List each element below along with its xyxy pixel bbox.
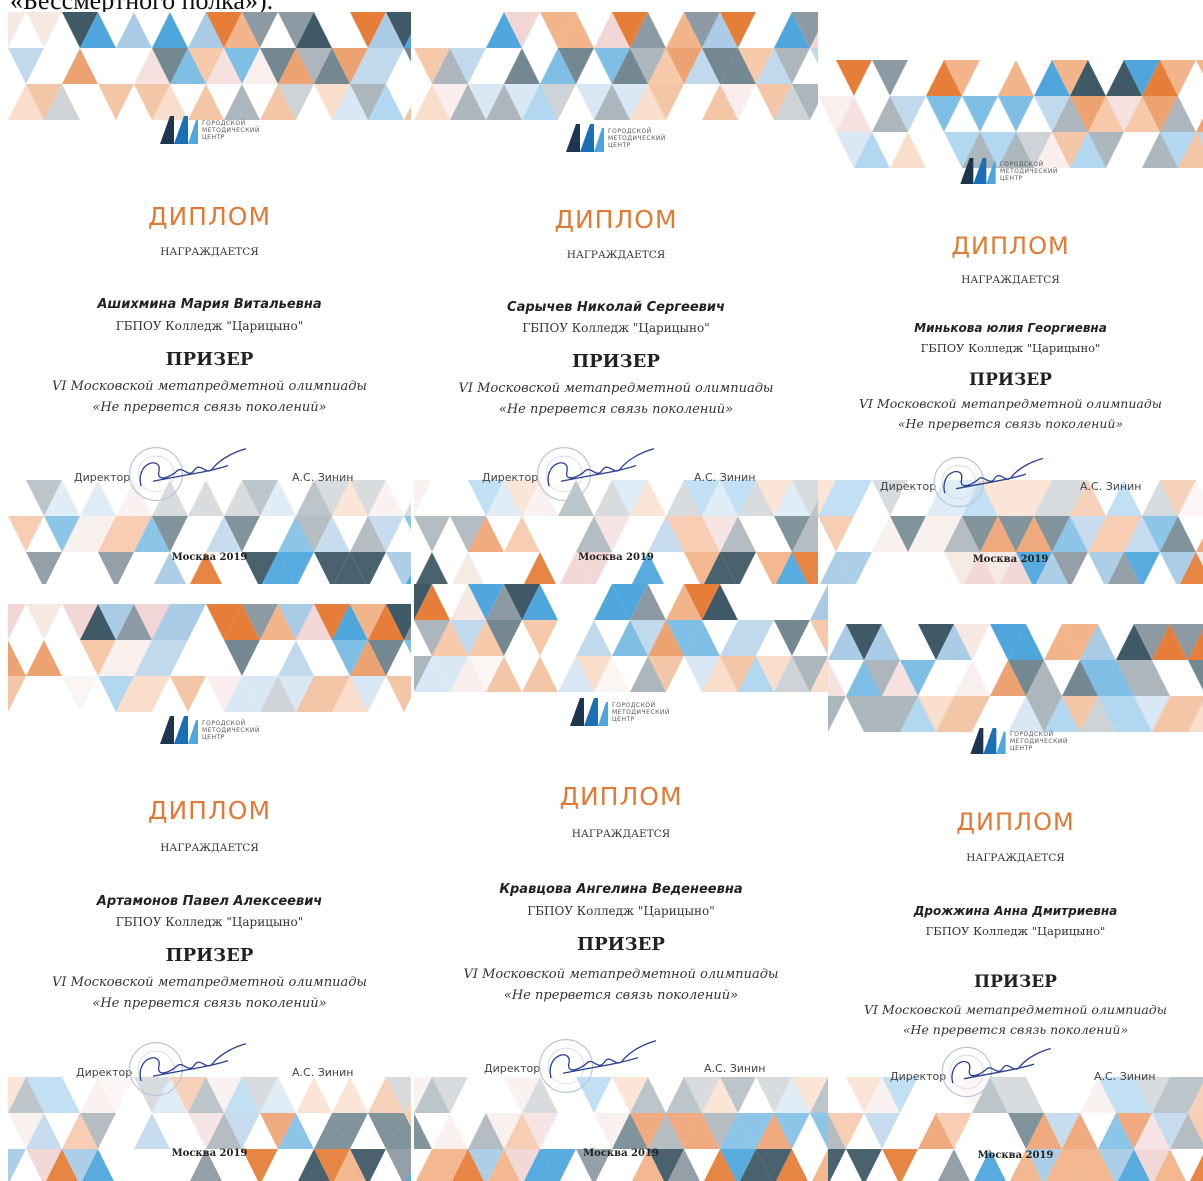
organization: ГБПОУ Колледж "Царицыно" xyxy=(115,915,304,929)
recipient-name: Дрожжина Анна Дмитриевна xyxy=(913,904,1118,918)
signature-stamp-icon xyxy=(941,1046,1051,1098)
event-title: VI Московской метапредметной олимпиады «… xyxy=(8,376,411,418)
organization: ГБПОУ Колледж "Царицыно" xyxy=(527,904,715,918)
event-line-1: VI Московской метапредметной олимпиады xyxy=(51,379,368,394)
awarded-label: НАГРАЖДАЕТСЯ xyxy=(966,852,1065,864)
methodical-center-logo-icon xyxy=(566,124,604,152)
methodical-center-logo-icon xyxy=(970,728,1006,754)
event-line-1: VI Московской метапредметной олимпиады xyxy=(463,967,779,982)
event-line-1: VI Московской метапредметной олимпиады xyxy=(864,1002,1167,1017)
event-line-1: VI Московской метапредметной олимпиады xyxy=(51,975,368,990)
event-title: VI Московской метапредметной олимпиады «… xyxy=(414,378,818,420)
city-year: Москва 2019 xyxy=(972,554,1049,565)
signature-stamp-icon xyxy=(129,447,247,501)
event-line-1: VI Московской метапредметной олимпиады xyxy=(458,381,774,396)
signature-stamp-icon xyxy=(933,456,1043,508)
event-line-2: «Не прервется связь поколений» xyxy=(503,988,739,1003)
signer-name: А.С. Зинин xyxy=(694,471,756,484)
awarded-label: НАГРАЖДАЕТСЯ xyxy=(160,246,259,258)
prize-title: ПРИЗЕР xyxy=(969,370,1052,390)
recipient-name: Минькова юлия Георгиевна xyxy=(914,321,1107,335)
awarded-label: НАГРАЖДАЕТСЯ xyxy=(566,249,666,261)
event-line-2: «Не прервется связь поколений» xyxy=(92,400,327,415)
logo-text: ГОРОДСКОЙ МЕТОДИЧЕСКИЙ ЦЕНТР xyxy=(1010,730,1068,752)
recipient-name: Кравцова Ангелина Веденеевна xyxy=(499,882,743,897)
logo: ГОРОДСКОЙ МЕТОДИЧЕСКИЙ ЦЕНТР xyxy=(570,698,674,726)
logo: ГОРОДСКОЙ МЕТОДИЧЕСКИЙ ЦЕНТР xyxy=(160,116,264,144)
event-title: VI Московской метапредметной олимпиады «… xyxy=(8,972,411,1014)
organization: ГБПОУ Колледж "Царицыно" xyxy=(920,341,1101,355)
logo: ГОРОДСКОЙ МЕТОДИЧЕСКИЙ ЦЕНТР xyxy=(160,716,264,744)
logo: ГОРОДСКОЙ МЕТОДИЧЕСКИЙ ЦЕНТР xyxy=(566,124,670,152)
event-line-1: VI Московской метапредметной олимпиады xyxy=(859,396,1162,411)
event-line-2: «Не прервется связь поколений» xyxy=(498,402,734,417)
signer-name: А.С. Зинин xyxy=(1080,480,1142,493)
logo-text: ГОРОДСКОЙ МЕТОДИЧЕСКИЙ ЦЕНТР xyxy=(612,701,670,723)
signer-name: А.С. Зинин xyxy=(292,1066,354,1079)
city-year: Москва 2019 xyxy=(171,552,248,563)
diploma-card: ГОРОДСКОЙ МЕТОДИЧЕСКИЙ ЦЕНТР ДИПЛОМ НАГР… xyxy=(8,12,411,584)
logo: ГОРОДСКОЙ МЕТОДИЧЕСКИЙ ЦЕНТР xyxy=(960,158,1062,184)
diploma-card: ГОРОДСКОЙ МЕТОДИЧЕСКИЙ ЦЕНТР ДИПЛОМ НАГР… xyxy=(828,624,1203,1181)
city-year: Москва 2019 xyxy=(977,1150,1054,1161)
event-line-2: «Не прервется связь поколений» xyxy=(902,1022,1129,1037)
diploma-card: ГОРОДСКОЙ МЕТОДИЧЕСКИЙ ЦЕНТР ДИПЛОМ НАГР… xyxy=(414,584,828,1181)
prize-title: ПРИЗЕР xyxy=(165,349,254,370)
prize-title: ПРИЗЕР xyxy=(974,972,1057,992)
organization: ГБПОУ Колледж "Царицыно" xyxy=(115,319,304,333)
diploma-card: ГОРОДСКОЙ МЕТОДИЧЕСКИЙ ЦЕНТР ДИПЛОМ НАГР… xyxy=(8,604,411,1181)
event-title: VI Московской метапредметной олимпиады «… xyxy=(828,1000,1203,1040)
city-year: Москва 2019 xyxy=(171,1148,248,1159)
methodical-center-logo-icon xyxy=(960,158,996,184)
awarded-label: НАГРАЖДАЕТСЯ xyxy=(160,842,259,854)
methodical-center-logo-icon xyxy=(570,698,608,726)
diploma-title: ДИПЛОМ xyxy=(554,205,678,234)
organization: ГБПОУ Колледж "Царицыно" xyxy=(522,321,710,335)
recipient-name: Ашихмина Мария Витальевна xyxy=(97,297,322,312)
diploma-title: ДИПЛОМ xyxy=(147,796,272,825)
organization: ГБПОУ Колледж "Царицыно" xyxy=(925,924,1106,938)
signer-name: А.С. Зинин xyxy=(704,1062,766,1075)
event-title: VI Московской метапредметной олимпиады «… xyxy=(414,964,828,1006)
signature-stamp-icon xyxy=(539,1039,657,1093)
diploma-card: ГОРОДСКОЙ МЕТОДИЧЕСКИЙ ЦЕНТР ДИПЛОМ НАГР… xyxy=(818,60,1203,584)
event-title: VI Московской метапредметной олимпиады «… xyxy=(818,394,1203,434)
logo-text: ГОРОДСКОЙ МЕТОДИЧЕСКИЙ ЦЕНТР xyxy=(202,719,260,741)
awarded-label: НАГРАЖДАЕТСЯ xyxy=(571,828,671,840)
logo-text: ГОРОДСКОЙ МЕТОДИЧЕСКИЙ ЦЕНТР xyxy=(1000,160,1058,182)
prize-title: ПРИЗЕР xyxy=(577,934,665,955)
diploma-title: ДИПЛОМ xyxy=(956,808,1075,836)
logo-text: ГОРОДСКОЙ МЕТОДИЧЕСКИЙ ЦЕНТР xyxy=(202,119,260,141)
recipient-name: Сарычев Николай Сергеевич xyxy=(507,300,725,315)
prize-title: ПРИЗЕР xyxy=(165,945,254,966)
prize-title: ПРИЗЕР xyxy=(572,351,660,372)
awarded-label: НАГРАЖДАЕТСЯ xyxy=(961,274,1060,286)
diploma-title: ДИПЛОМ xyxy=(951,232,1070,260)
methodical-center-logo-icon xyxy=(160,716,198,744)
city-year: Москва 2019 xyxy=(578,552,654,563)
logo-text: ГОРОДСКОЙ МЕТОДИЧЕСКИЙ ЦЕНТР xyxy=(608,127,666,149)
diploma-title: ДИПЛОМ xyxy=(147,202,272,231)
methodical-center-logo-icon xyxy=(160,116,198,144)
event-line-2: «Не прервется связь поколений» xyxy=(92,996,327,1011)
city-year: Москва 2019 xyxy=(583,1148,659,1159)
diploma-card: ГОРОДСКОЙ МЕТОДИЧЕСКИЙ ЦЕНТР ДИПЛОМ НАГР… xyxy=(414,12,818,584)
event-line-2: «Не прервется связь поколений» xyxy=(897,416,1124,431)
signature-stamp-icon xyxy=(129,1042,247,1096)
signer-name: А.С. Зинин xyxy=(292,471,354,484)
signer-name: А.С. Зинин xyxy=(1094,1070,1156,1083)
recipient-name: Артамонов Павел Алексеевич xyxy=(96,894,323,909)
logo: ГОРОДСКОЙ МЕТОДИЧЕСКИЙ ЦЕНТР xyxy=(970,728,1072,754)
signature-stamp-icon xyxy=(537,447,655,501)
diploma-title: ДИПЛОМ xyxy=(559,782,683,811)
